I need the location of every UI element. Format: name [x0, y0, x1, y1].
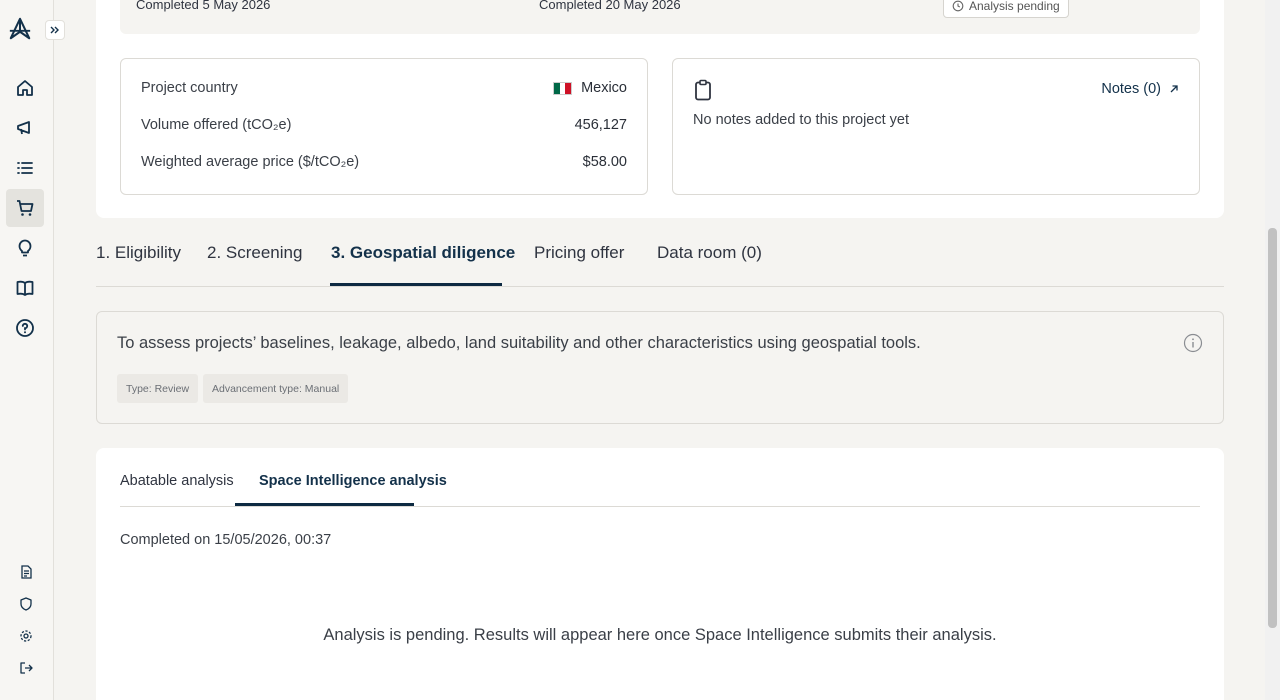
double-chevron-right-icon	[50, 26, 59, 34]
settings-icon[interactable]	[14, 624, 38, 648]
home-icon[interactable]	[6, 69, 44, 107]
type-tag: Type: Review	[117, 374, 199, 403]
diligence-tabs: 1. Eligibility 2. Screening 3. Geospatia…	[96, 240, 1224, 287]
tab-space-intelligence-analysis[interactable]: Space Intelligence analysis	[259, 473, 447, 489]
stage-completed-date: Completed 5 May 2026	[136, 0, 271, 12]
tab-geospatial-diligence[interactable]: 3. Geospatial diligence	[331, 243, 515, 263]
brand-logo-icon[interactable]	[8, 17, 32, 41]
stage-description-panel: To assess projects’ baselines, leakage, …	[96, 311, 1224, 424]
weighted-price-row: Weighted average price ($/tCO₂e) $58.00	[141, 154, 627, 170]
project-country-row: Project country Mexico	[141, 80, 627, 96]
document-icon[interactable]	[14, 560, 38, 584]
project-country-value: Mexico	[581, 80, 627, 96]
project-country-label: Project country	[141, 80, 238, 96]
lightbulb-icon[interactable]	[6, 229, 44, 267]
analysis-pending-message: Analysis is pending. Results will appear…	[323, 626, 997, 644]
notes-empty-text: No notes added to this project yet	[693, 112, 910, 128]
notes-box: Notes (0) No notes added to this project…	[672, 58, 1200, 195]
pending-badge-label: Analysis pending	[969, 0, 1060, 13]
scrollbar-thumb[interactable]	[1268, 228, 1277, 628]
megaphone-icon[interactable]	[6, 109, 44, 147]
volume-offered-value: 456,127	[574, 117, 627, 133]
volume-offered-label: Volume offered (tCO₂e)	[141, 117, 292, 133]
list-icon[interactable]	[6, 149, 44, 187]
help-icon[interactable]	[6, 309, 44, 347]
analysis-pending-badge: Analysis pending	[943, 0, 1069, 18]
expand-sidebar-button[interactable]	[45, 20, 65, 40]
book-icon[interactable]	[6, 269, 44, 307]
project-info-box: Project country Mexico Volume offered (t…	[120, 58, 648, 195]
clock-icon	[952, 0, 964, 12]
active-subtab-indicator	[235, 503, 414, 506]
analysis-subtabs: Abatable analysis Space Intelligence ana…	[120, 448, 1200, 507]
page-scrollbar[interactable]	[1265, 0, 1280, 700]
clipboard-icon	[693, 79, 713, 106]
notes-link-label: Notes (0)	[1101, 81, 1161, 97]
weighted-price-label: Weighted average price ($/tCO₂e)	[141, 154, 360, 170]
tab-screening[interactable]: 2. Screening	[207, 243, 302, 263]
logout-icon[interactable]	[14, 656, 38, 680]
arrow-up-right-icon	[1170, 85, 1178, 93]
info-icon[interactable]	[1183, 333, 1203, 358]
volume-offered-row: Volume offered (tCO₂e) 456,127	[141, 117, 627, 133]
stage-description-text: To assess projects’ baselines, leakage, …	[117, 334, 921, 352]
shield-icon[interactable]	[14, 592, 38, 616]
mexico-flag-icon	[553, 81, 573, 95]
sidebar	[0, 0, 54, 700]
tab-data-room[interactable]: Data room (0)	[657, 243, 762, 263]
notes-link[interactable]: Notes (0)	[1101, 81, 1179, 97]
tab-eligibility[interactable]: 1. Eligibility	[96, 243, 181, 263]
analysis-completed-timestamp: Completed on 15/05/2026, 00:37	[120, 532, 332, 548]
advancement-type-tag: Advancement type: Manual	[203, 374, 349, 403]
tab-abatable-analysis[interactable]: Abatable analysis	[120, 473, 234, 489]
tab-pricing-offer[interactable]: Pricing offer	[534, 243, 624, 263]
weighted-price-value: $58.00	[582, 154, 627, 170]
stage-completed-date: Completed 20 May 2026	[539, 0, 681, 12]
active-tab-indicator	[330, 283, 502, 286]
analysis-panel: Abatable analysis Space Intelligence ana…	[96, 448, 1224, 700]
cart-icon[interactable]	[6, 189, 44, 227]
